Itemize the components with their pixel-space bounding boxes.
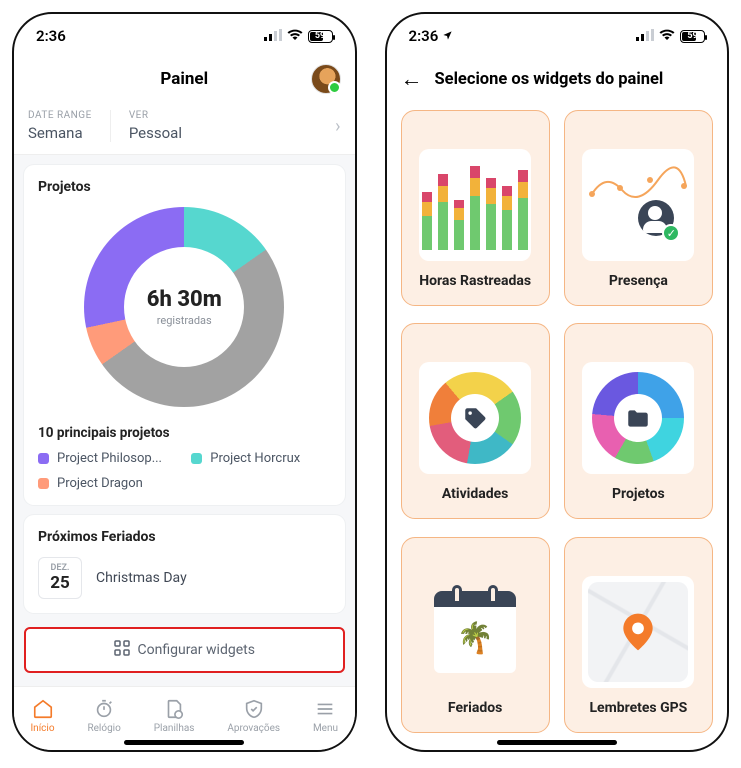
tab-label: Início — [30, 723, 54, 734]
holiday-day: 25 — [47, 573, 73, 593]
filter-view[interactable]: VER Pessoal — [129, 110, 182, 142]
tab-sheets[interactable]: Planilhas — [154, 698, 195, 734]
legend-item: Project Philosop... — [38, 451, 177, 466]
tab-home[interactable]: Início — [30, 698, 54, 734]
filter-date[interactable]: DATE RANGE Semana — [28, 110, 92, 142]
widget-tracked-hours[interactable]: Horas Rastreadas — [401, 110, 550, 306]
widget-label: Lembretes GPS — [589, 700, 687, 716]
donut-value: 6h 30m — [147, 287, 222, 312]
divider — [110, 110, 111, 142]
holiday-date: DEZ. 25 — [38, 557, 82, 599]
holiday-month: DEZ. — [47, 563, 73, 573]
calendar-icon: 🌴 — [419, 576, 531, 688]
holidays-card: Próximos Feriados DEZ. 25 Christmas Day — [24, 515, 345, 613]
bars-icon — [419, 149, 531, 261]
widgets-icon — [114, 640, 130, 660]
filter-date-value: Semana — [28, 124, 92, 142]
configure-label: Configurar widgets — [138, 642, 255, 658]
tab-approvals[interactable]: Aprovações — [227, 698, 280, 734]
donut-chart: 6h 30m registradas — [38, 207, 331, 407]
battery-icon: 59 — [680, 30, 705, 43]
widget-label: Presença — [609, 273, 668, 289]
widget-label: Atividades — [442, 486, 509, 502]
tab-clock[interactable]: Relógio — [87, 698, 120, 734]
phone-right: 2:36 59 ← Selecione os widgets do painel — [385, 12, 730, 752]
home-indicator — [497, 740, 617, 745]
phone-left: 2:36 59 Painel DATE RANGE Semana — [12, 12, 357, 752]
signal-icon — [636, 27, 654, 45]
configure-widgets-button[interactable]: Configurar widgets — [24, 627, 345, 673]
widget-activities[interactable]: Atividades — [401, 323, 550, 519]
statusbar: 2:36 59 — [387, 14, 728, 58]
legend-item: Project Dragon — [38, 476, 177, 491]
widget-projects[interactable]: Projetos — [564, 323, 713, 519]
tab-label: Relógio — [87, 723, 120, 734]
tab-label: Planilhas — [154, 723, 195, 734]
back-button[interactable]: ← — [401, 66, 423, 92]
donut-center: 6h 30m registradas — [124, 247, 244, 367]
legend-label: Project Dragon — [57, 476, 143, 491]
wifi-icon — [286, 27, 304, 45]
document-icon — [163, 698, 185, 720]
widget-presence[interactable]: ✓ Presença — [564, 110, 713, 306]
donut-sub: registradas — [157, 314, 212, 327]
home-indicator — [124, 740, 244, 745]
filter-view-value: Pessoal — [129, 124, 182, 142]
activities-icon — [419, 362, 531, 474]
widget-gps[interactable]: Lembretes GPS — [564, 537, 713, 733]
projects-title: Projetos — [38, 179, 331, 195]
content: DATE RANGE Semana VER Pessoal › Projetos… — [14, 100, 355, 686]
filter-view-label: VER — [129, 110, 182, 121]
tab-menu[interactable]: Menu — [313, 698, 338, 734]
filters[interactable]: DATE RANGE Semana VER Pessoal › — [14, 100, 355, 155]
legend-label: Project Philosop... — [57, 451, 162, 466]
page-title: Selecione os widgets do painel — [435, 70, 664, 89]
status-icons: 59 — [636, 27, 705, 45]
legend: Project Philosop... Project Horcrux Proj… — [38, 451, 331, 491]
battery-icon: 59 — [308, 30, 333, 43]
top-projects-title: 10 principais projetos — [38, 425, 331, 441]
widget-label: Horas Rastreadas — [419, 273, 531, 289]
holidays-title: Próximos Feriados — [38, 529, 331, 545]
tab-label: Aprovações — [227, 723, 280, 734]
page-title: Painel — [160, 69, 208, 89]
status-icons: 59 — [264, 27, 333, 45]
widget-holidays[interactable]: 🌴 Feriados — [401, 537, 550, 733]
wifi-icon — [658, 27, 676, 45]
stopwatch-icon — [93, 698, 115, 720]
legend-label: Project Horcrux — [210, 451, 300, 466]
avatar[interactable] — [311, 64, 341, 94]
legend-chip — [38, 478, 49, 489]
statusbar: 2:36 59 — [14, 14, 355, 58]
presence-icon: ✓ — [582, 149, 694, 261]
filter-date-label: DATE RANGE — [28, 110, 92, 121]
tab-label: Menu — [313, 723, 338, 734]
projects-card: Projetos 6h 30m registradas 10 principai… — [24, 165, 345, 505]
map-pin-icon — [582, 576, 694, 688]
header: Painel — [14, 58, 355, 100]
projects-icon — [582, 362, 694, 474]
widget-label: Feriados — [448, 700, 502, 716]
chevron-right-icon: › — [335, 116, 340, 137]
legend-chip — [191, 453, 202, 464]
home-icon — [32, 698, 54, 720]
menu-icon — [314, 698, 336, 720]
widget-label: Projetos — [612, 486, 665, 502]
holiday-name: Christmas Day — [96, 570, 187, 586]
legend-item: Project Horcrux — [191, 451, 330, 466]
widget-grid: Horas Rastreadas ✓ Presença Atividades — [387, 100, 728, 750]
holiday-row[interactable]: DEZ. 25 Christmas Day — [38, 557, 331, 599]
status-time: 2:36 — [36, 27, 66, 45]
signal-icon — [264, 27, 282, 45]
status-time: 2:36 — [409, 27, 454, 45]
legend-chip — [38, 453, 49, 464]
location-icon — [442, 27, 453, 45]
header: ← Selecione os widgets do painel — [387, 58, 728, 100]
shield-check-icon — [243, 698, 265, 720]
